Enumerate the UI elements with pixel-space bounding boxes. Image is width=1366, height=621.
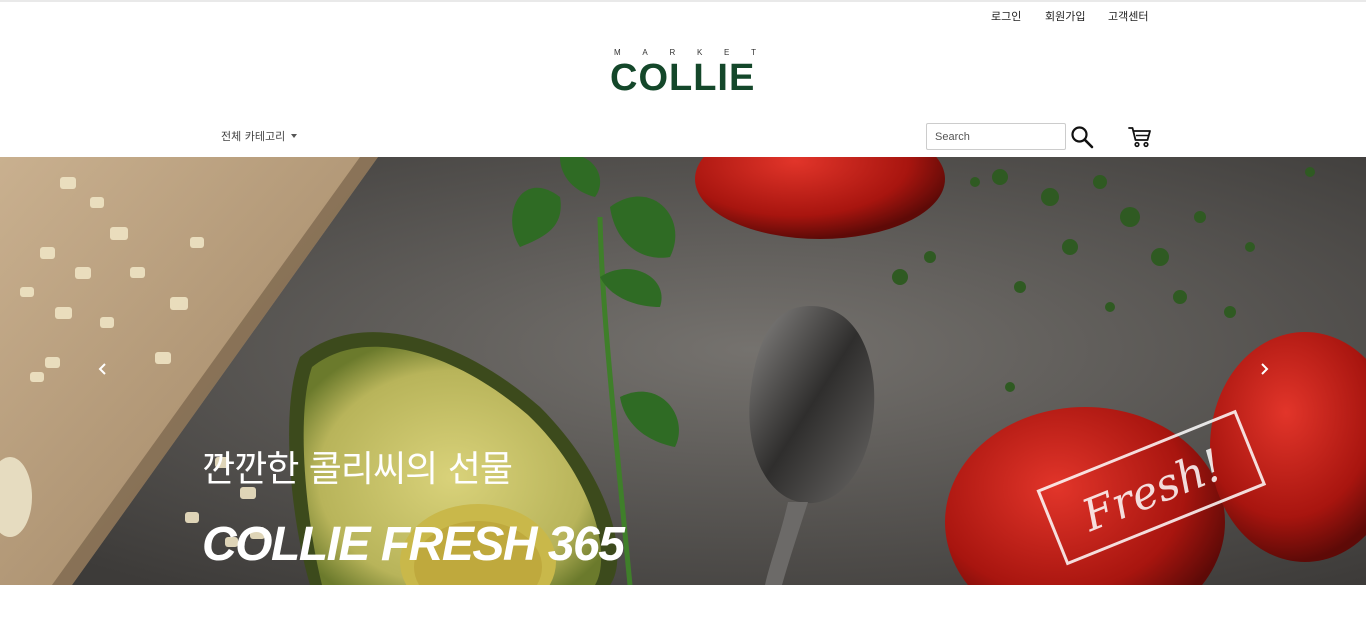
search-input[interactable]	[926, 123, 1066, 150]
customer-center-link[interactable]: 고객센터	[1108, 8, 1148, 24]
caret-down-icon	[291, 134, 298, 138]
site-logo[interactable]: M A R K E T COLLIE	[610, 48, 760, 100]
hero-title: COLLIE FRESH 365	[202, 518, 625, 571]
top-border	[0, 0, 1366, 2]
logo-wordmark: COLLIE	[610, 57, 756, 99]
cart-icon[interactable]	[1128, 126, 1152, 148]
all-categories-dropdown[interactable]: 전체 카테고리	[221, 128, 298, 144]
login-link[interactable]: 로그인	[991, 8, 1021, 24]
hero-banner[interactable]: Fresh! 깐깐한 콜리씨의 선물 COLLIE FRESH 365	[0, 157, 1366, 585]
logo-tagline: M A R K E T	[614, 48, 756, 57]
category-label: 전체 카테고리	[221, 130, 286, 143]
chevron-right-icon[interactable]	[1256, 361, 1272, 377]
signup-link[interactable]: 회원가입	[1045, 8, 1085, 24]
search-icon[interactable]	[1070, 125, 1094, 149]
chevron-left-icon[interactable]	[95, 361, 111, 377]
hero-subtitle: 깐깐한 콜리씨의 선물	[202, 449, 513, 490]
